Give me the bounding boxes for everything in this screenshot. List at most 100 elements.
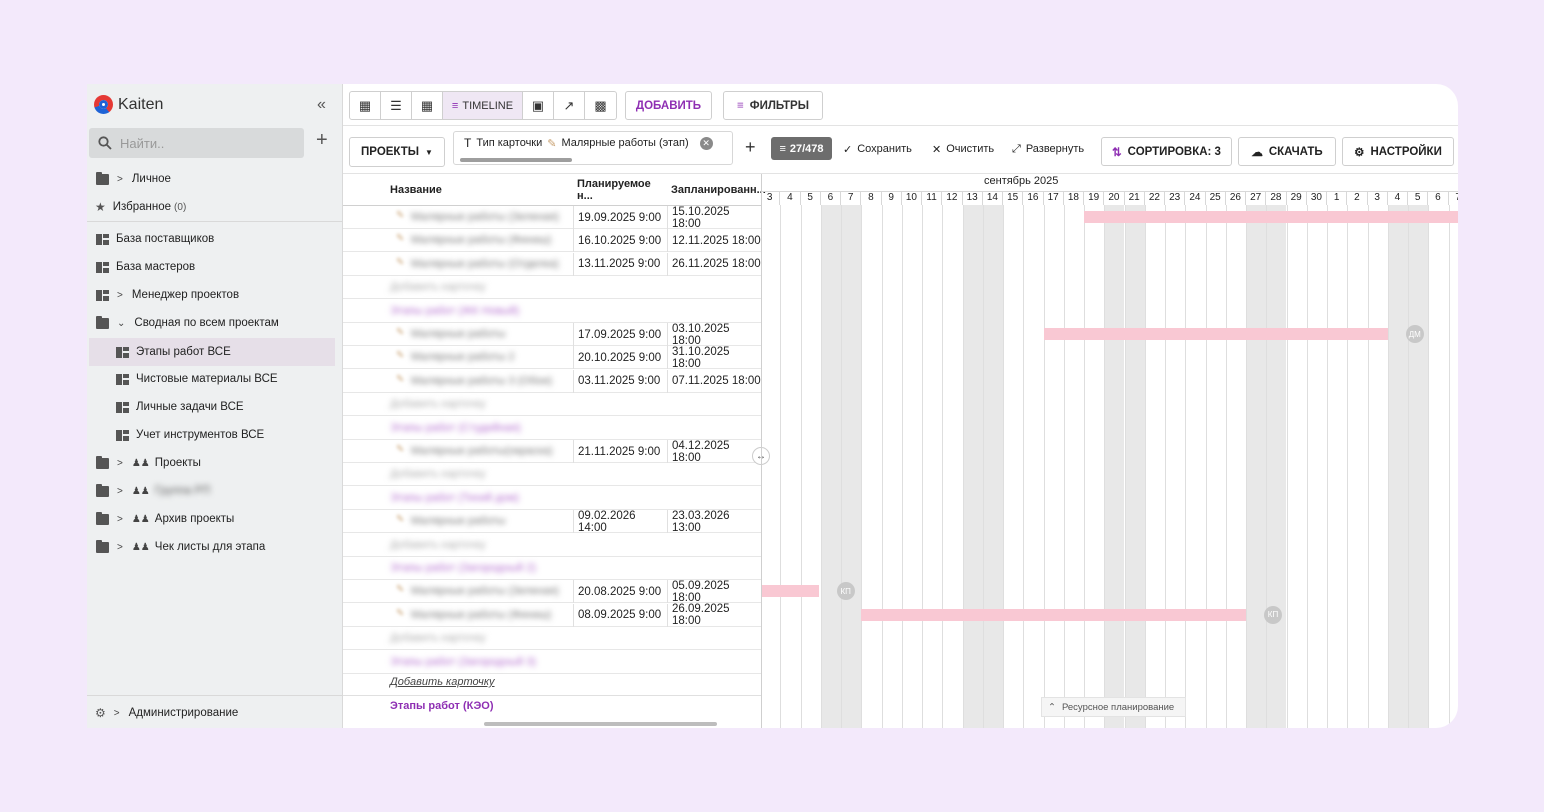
bar-assignee-avatar[interactable]: КП [836,582,855,601]
sidebar-item-projects[interactable]: > ♟♟ Проекты [87,450,343,476]
search-field[interactable] [89,128,304,158]
board-footer-name[interactable]: Этапы работ (КЭО) [390,700,494,712]
group-title[interactable]: Этапы работ (Студийная) [390,422,521,434]
card-title[interactable]: Малярные работы (Зеленая) [411,585,559,597]
timeline-bar[interactable] [1084,211,1458,223]
table-row[interactable]: ✎ Малярные работы 2 20.10.2025 9:00 31.10.2… [343,346,761,370]
table-row[interactable]: ✎ Малярные работы 17.09.2025 9:00 03.10.202… [343,323,761,347]
table-row[interactable]: Добавить карточку [343,276,761,300]
sidebar-item-finishing-materials[interactable]: Чистовые материалы ВСЕ [87,366,343,392]
chevron-right-icon[interactable]: > [114,708,120,719]
chevron-down-icon[interactable]: ⌄ [117,318,125,329]
chip-scrollbar[interactable] [460,158,572,162]
table-row[interactable]: Этапы работ (Студийная) [343,417,761,440]
sidebar-item-checklists[interactable]: > ♟♟ Чек листы для этапа [87,534,343,560]
chart-view-icon[interactable]: ↗ [554,92,585,119]
collapse-sidebar-icon[interactable]: « [317,96,326,114]
planned-date-cell[interactable]: 20.10.2025 9:00 [573,346,667,370]
card-title[interactable]: Малярные работы [411,328,505,340]
list-view-icon[interactable]: ☰ [381,92,412,119]
scheduled-date-cell[interactable]: 31.10.2025 18:00 [667,346,761,370]
sidebar-item-suppliers[interactable]: База поставщиков [87,226,343,252]
table-row[interactable]: ✎ Малярные работы 3 (Обои) 03.11.2025 9:00… [343,369,761,393]
card-title[interactable]: Малярные работы 2 [411,351,515,363]
sidebar-item-summary[interactable]: ⌄ Сводная по всем проектам [87,310,343,336]
sort-button[interactable]: ⇅ СОРТИРОВКА: 3 [1101,137,1232,166]
sidebar-item-tools[interactable]: Учет инструментов ВСЕ [87,422,343,448]
chevron-right-icon[interactable]: > [117,514,123,525]
table-row[interactable]: ✎ Малярные работы (Финиш) 08.09.2025 9:00 2… [343,603,761,627]
expand-button[interactable]: ⤢ Развернуть [1012,137,1084,161]
scheduled-date-cell[interactable]: 03.10.2025 18:00 [667,323,761,347]
planned-date-cell[interactable]: 16.10.2025 9:00 [573,229,667,253]
planned-date-cell[interactable]: 03.11.2025 9:00 [573,369,667,393]
add-card-link[interactable]: Добавить карточку [390,676,495,688]
card-title[interactable]: Малярные работы (Финиш) [411,234,551,246]
table-row[interactable]: ✎ Малярные работы(окраска) 21.11.2025 9:00… [343,440,761,464]
table-view-icon[interactable]: ▦ [412,92,443,119]
remove-filter-icon[interactable]: ✕ [699,136,713,150]
filter-count-badge[interactable]: ≡ 27/478 [771,137,832,160]
save-filter-button[interactable]: ✓ Сохранить [843,137,912,161]
group-title[interactable]: Этапы работ (Тихий дом) [390,492,519,504]
chevron-right-icon[interactable]: > [117,542,123,553]
add-card-link[interactable]: Добавить карточку [390,398,486,410]
board-view-icon[interactable]: ▦ [350,92,381,119]
bar-assignee-avatar[interactable]: КП [1264,605,1282,624]
table-row[interactable]: ✎ Малярные работы 09.02.2026 14:00 23.03.20… [343,510,761,534]
sidebar-item-masters[interactable]: База мастеров [87,254,343,280]
planned-date-cell[interactable]: 21.11.2025 9:00 [573,440,667,463]
scheduled-date-cell[interactable]: 05.09.2025 18:00 [667,580,761,604]
download-button[interactable]: ☁ СКАЧАТЬ [1238,137,1336,166]
column-header-name[interactable]: Название [390,174,570,206]
app-logo[interactable]: Kaiten [94,95,163,114]
scheduled-date-cell[interactable]: 26.11.2025 18:00 [667,252,761,276]
add-card-link[interactable]: Добавить карточку [390,468,486,480]
settings-button[interactable]: ⚙ НАСТРОЙКИ [1342,137,1454,166]
timeline-bar[interactable] [762,585,819,598]
timeline-bar[interactable] [1043,328,1388,340]
planned-date-cell[interactable]: 19.09.2025 9:00 [573,206,667,229]
search-input[interactable] [120,135,280,151]
group-title[interactable]: Этапы работ (Загородный 2) [390,562,536,574]
table-row[interactable]: Этапы работ (Тихий дом) [343,487,761,510]
sidebar-item-stages-all[interactable]: Этапы работ ВСЕ [89,338,335,366]
sidebar-item-project-manager[interactable]: > Менеджер проектов [87,282,343,308]
planned-date-cell[interactable]: 08.09.2025 9:00 [573,603,667,627]
card-title[interactable]: Малярные работы 3 (Обои) [411,375,552,387]
scheduled-date-cell[interactable]: 04.12.2025 18:00 [667,440,761,464]
add-button[interactable]: ДОБАВИТЬ [625,91,712,120]
card-title[interactable]: Малярные работы (Отделка) [411,258,559,270]
horizontal-scrollbar[interactable] [484,722,717,726]
add-card-link[interactable]: Добавить карточку [390,632,486,644]
planned-date-cell[interactable]: 17.09.2025 9:00 [573,323,667,346]
scheduled-date-cell[interactable]: 07.11.2025 18:00 [667,369,761,393]
table-row[interactable]: Добавить карточку [343,627,761,651]
resource-planning-toggle[interactable]: ⌃ Ресурсное планирование [1041,697,1186,717]
scheduled-date-cell[interactable]: 26.09.2025 18:00 [667,603,761,627]
planned-date-cell[interactable]: 20.08.2025 9:00 [573,580,667,604]
table-row[interactable]: ✎ Малярные работы (Отделка) 13.11.2025 9:0… [343,252,761,276]
scheduled-date-cell[interactable]: 15.10.2025 18:00 [667,206,761,230]
scheduled-date-cell[interactable]: 12.11.2025 18:00 [667,229,761,253]
table-row[interactable]: Этапы работ (Загородный 3) [343,651,761,674]
sidebar-item-personal-tasks[interactable]: Личные задачи ВСЕ [87,394,343,420]
chevron-right-icon[interactable]: > [117,458,123,469]
table-row[interactable]: Добавить карточку [343,393,761,417]
timeline-bar[interactable] [861,608,1246,621]
bar-assignee-avatar[interactable]: ДМ [1405,325,1424,343]
filter-chip[interactable]: T Тип карточки ✎ Малярные работы (этап) … [464,136,713,150]
scheduled-date-cell[interactable]: 23.03.2026 13:00 [667,510,761,534]
archive-view-icon[interactable]: ▩ [585,92,616,119]
add-card-link[interactable]: Добавить карточку [390,539,486,551]
column-header-planned[interactable]: Планируемое н... [577,174,667,206]
chevron-right-icon[interactable]: > [117,174,123,185]
table-row[interactable]: ✎ Малярные работы (Финиш) 16.10.2025 9:00 1… [343,229,761,253]
sidebar-item-favorites[interactable]: ★ Избранное (0) [87,194,343,220]
calendar-view-icon[interactable]: ▣ [523,92,554,119]
table-row[interactable]: Этапы работ (ЖК Новый) [343,300,761,323]
add-filter-button[interactable]: + [745,137,756,158]
table-row[interactable]: ✎ Малярные работы (Зеленая) 20.08.2025 9:0… [343,580,761,604]
chevron-right-icon[interactable]: > [117,486,123,497]
column-header-scheduled[interactable]: Запланированн... [671,174,766,206]
